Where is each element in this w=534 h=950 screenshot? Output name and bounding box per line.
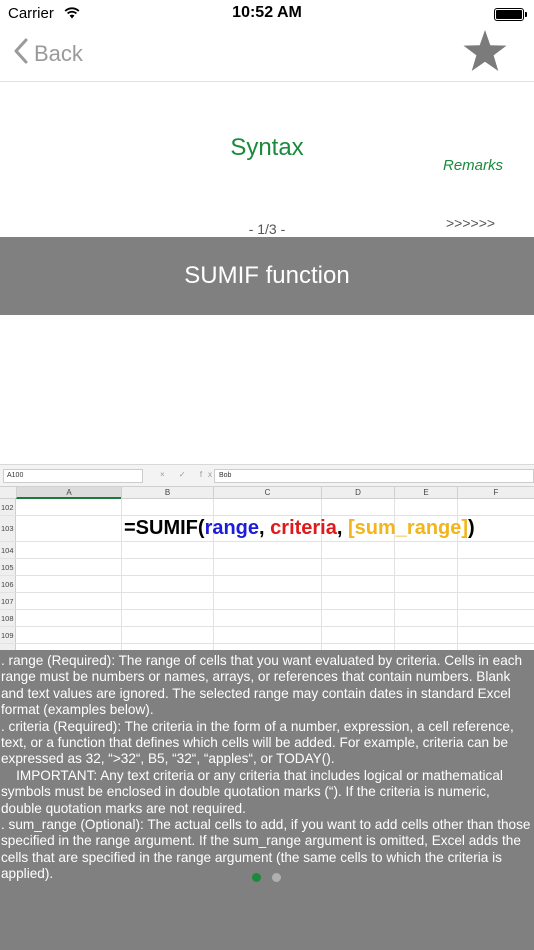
sheet-row: 107: [0, 593, 534, 610]
fx-icons: × ✓ fx: [160, 470, 219, 479]
column-header: F: [457, 487, 534, 499]
page-dot[interactable]: [252, 873, 261, 882]
clock: 10:52 AM: [232, 4, 302, 21]
formula-separator: ,: [336, 517, 348, 539]
formula-arg-criteria: criteria: [270, 517, 337, 539]
row-number: 104: [0, 542, 16, 558]
column-header: B: [121, 487, 213, 499]
formula-input: Bob: [214, 469, 534, 483]
formula-separator: ,: [259, 517, 271, 539]
favorite-button[interactable]: [462, 28, 508, 79]
page-indicator: [252, 873, 281, 882]
next-page-link[interactable]: >>>>>>: [446, 215, 495, 231]
sheet-row: 104: [0, 542, 534, 559]
spreadsheet-illustration: A100 × ✓ fx Bob A B C D E F 102 103 104 …: [0, 464, 534, 654]
explanation-paragraph: . range (Required): The range of cells t…: [1, 653, 523, 718]
name-box: A100: [3, 469, 143, 483]
function-title: SUMIF function: [184, 262, 350, 289]
function-title-banner: SUMIF function: [0, 237, 534, 315]
sheet-row: 108: [0, 610, 534, 627]
formula-bar: A100 × ✓ fx Bob: [0, 465, 534, 487]
back-label: Back: [34, 40, 83, 66]
explanation-paragraph: IMPORTANT: Any text criteria or any crit…: [1, 767, 507, 816]
column-header: E: [394, 487, 457, 499]
formula-arg-range: range: [204, 517, 260, 539]
chevron-left-icon: [14, 38, 28, 69]
remarks-link[interactable]: Remarks: [443, 157, 503, 174]
row-number: 102: [0, 499, 16, 515]
navigation-bar: Back: [0, 28, 534, 82]
star-icon: [462, 30, 508, 78]
sheet-row: 105: [0, 559, 534, 576]
column-header: A: [16, 487, 121, 499]
formula-suffix: ): [468, 517, 475, 539]
explanation-panel: . range (Required): The range of cells t…: [0, 650, 534, 950]
row-number: 109: [0, 627, 16, 643]
page-dot[interactable]: [272, 873, 281, 882]
battery-icon: [494, 8, 527, 21]
row-number: 107: [0, 593, 16, 609]
column-header: D: [321, 487, 394, 499]
formula-prefix: =SUMIF(: [124, 517, 205, 539]
row-number: 108: [0, 610, 16, 626]
column-headers: A B C D E F: [0, 487, 534, 499]
sheet-row: 102: [0, 499, 534, 516]
column-header: C: [213, 487, 321, 499]
row-number: 105: [0, 559, 16, 575]
sheet-row: 109: [0, 627, 534, 644]
explanation-text: . range (Required): The range of cells t…: [1, 653, 533, 883]
row-number: 103: [0, 516, 16, 541]
back-button[interactable]: Back: [14, 38, 83, 69]
explanation-paragraph: . criteria (Required): The criteria in t…: [1, 718, 514, 767]
status-bar: Carrier 10:52 AM: [0, 0, 534, 28]
row-number: 106: [0, 576, 16, 592]
sumif-formula: =SUMIF(range, criteria, [sum_range]): [124, 517, 475, 540]
sheet-row: 106: [0, 576, 534, 593]
formula-arg-sum-range: [sum_range]: [348, 517, 469, 539]
